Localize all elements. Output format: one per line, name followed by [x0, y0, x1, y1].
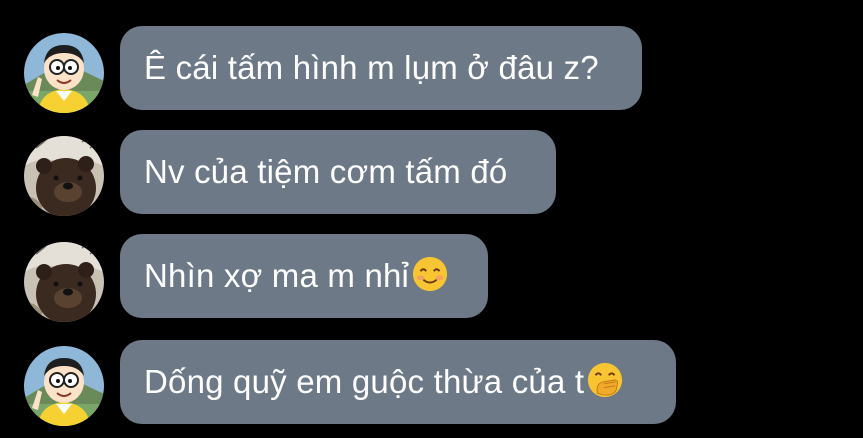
message-row: Nv của tiệm cơm tấm đó	[0, 130, 863, 220]
face-with-hand-over-mouth-emoji-icon	[588, 362, 623, 398]
nobita-avatar[interactable]	[24, 346, 104, 426]
message-bubble[interactable]: Dống quỹ em guộc thừa của t	[120, 340, 676, 424]
message-row: Ê cái tấm hình m lụm ở đâu z?	[0, 26, 863, 116]
message-text: Nv của tiệm cơm tấm đó	[144, 153, 508, 190]
nobita-avatar-icon	[24, 346, 104, 426]
smiling-face-emoji-icon	[412, 256, 448, 292]
bear-avatar[interactable]	[24, 136, 104, 216]
message-bubble[interactable]: Ê cái tấm hình m lụm ở đâu z?	[120, 26, 642, 110]
nobita-avatar-icon	[24, 33, 104, 113]
message-text: Ê cái tấm hình m lụm ở đâu z?	[144, 49, 599, 86]
message-row: Dống quỹ em guộc thừa của t	[0, 340, 863, 430]
message-text: Nhìn xợ ma m nhỉ	[144, 257, 410, 294]
message-text: Dống quỹ em guộc thừa của t	[144, 363, 585, 400]
message-bubble[interactable]: Nv của tiệm cơm tấm đó	[120, 130, 556, 214]
bear-avatar-icon	[24, 136, 104, 216]
nobita-avatar[interactable]	[24, 33, 104, 113]
bear-avatar[interactable]	[24, 242, 104, 322]
bear-avatar-icon	[24, 242, 104, 322]
chat-thread: Ê cái tấm hình m lụm ở đâu z? Nv của tiệ…	[0, 0, 863, 438]
message-bubble[interactable]: Nhìn xợ ma m nhỉ	[120, 234, 488, 318]
message-row: Nhìn xợ ma m nhỉ	[0, 234, 863, 324]
